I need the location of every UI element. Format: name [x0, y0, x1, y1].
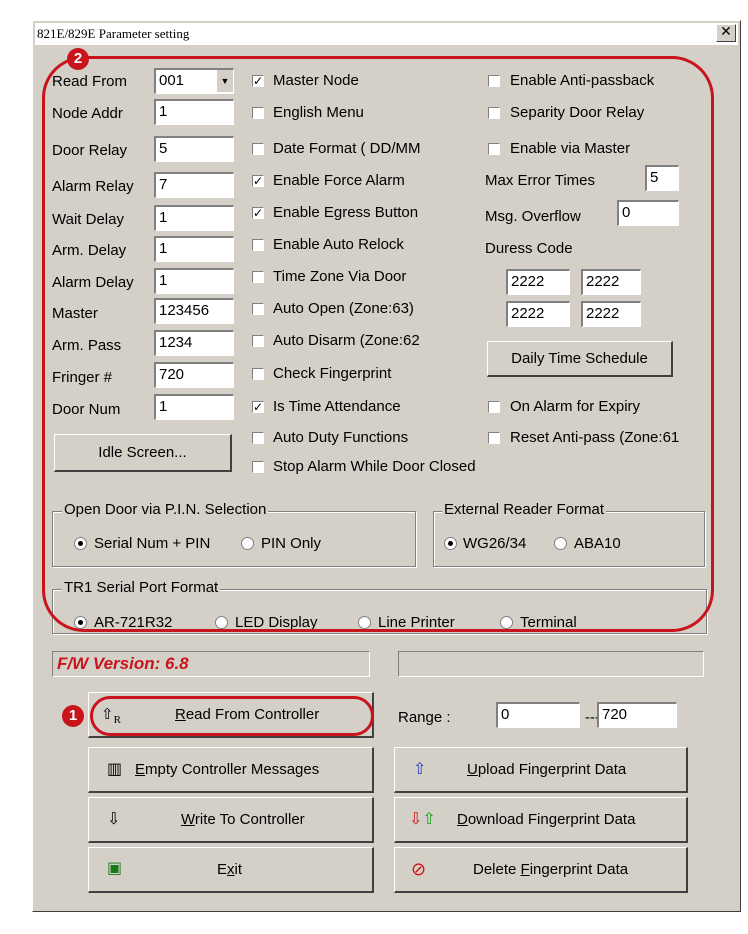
delete-fingerprint-button[interactable]: ⊘ Delete Fingerprint Data	[394, 847, 688, 893]
download-icon: ⇩⇧	[409, 811, 436, 828]
range-to-input[interactable]: 720	[597, 702, 677, 728]
exit-button[interactable]: ▣ Exit	[88, 847, 374, 893]
download-fingerprint-label: Download Fingerprint Data	[457, 811, 636, 828]
exit-label: Exit	[217, 861, 243, 878]
write-arrow-icon: ⇩	[107, 811, 121, 828]
settings-highlight-outline	[42, 56, 714, 632]
fw-version-bar: F/W Version: 6.8	[52, 651, 370, 677]
delete-fingerprint-label: Delete Fingerprint Data	[473, 861, 629, 878]
close-button[interactable]: ✕	[716, 24, 736, 42]
upload-fingerprint-label: Upload Fingerprint Data	[467, 761, 627, 778]
range-from-input[interactable]: 0	[496, 702, 580, 728]
annotation-badge-1: 1	[62, 705, 84, 727]
download-fingerprint-button[interactable]: ⇩⇧ Download Fingerprint Data	[394, 797, 688, 843]
delete-icon: ⊘	[411, 859, 427, 879]
empty-messages-button[interactable]: ▥ Empty Controller Messages	[88, 747, 374, 793]
fw-version-text: F/W Version: 6.8	[57, 654, 189, 673]
empty-messages-label: Empty Controller Messages	[135, 761, 320, 778]
write-to-controller-button[interactable]: ⇩ Write To Controller	[88, 797, 374, 843]
write-to-controller-label: Write To Controller	[181, 811, 305, 828]
upload-fingerprint-button[interactable]: ⇧ Upload Fingerprint Data	[394, 747, 688, 793]
window-title: 821E/829E Parameter setting	[35, 23, 738, 45]
range-label: Range :	[398, 709, 451, 726]
exit-door-icon: ▣	[107, 860, 123, 877]
progress-bar	[398, 651, 704, 677]
empty-messages-icon: ▥	[107, 761, 123, 778]
upload-icon: ⇧	[413, 761, 427, 778]
read-button-highlight-outline	[90, 696, 374, 736]
annotation-badge-2: 2	[67, 48, 89, 70]
